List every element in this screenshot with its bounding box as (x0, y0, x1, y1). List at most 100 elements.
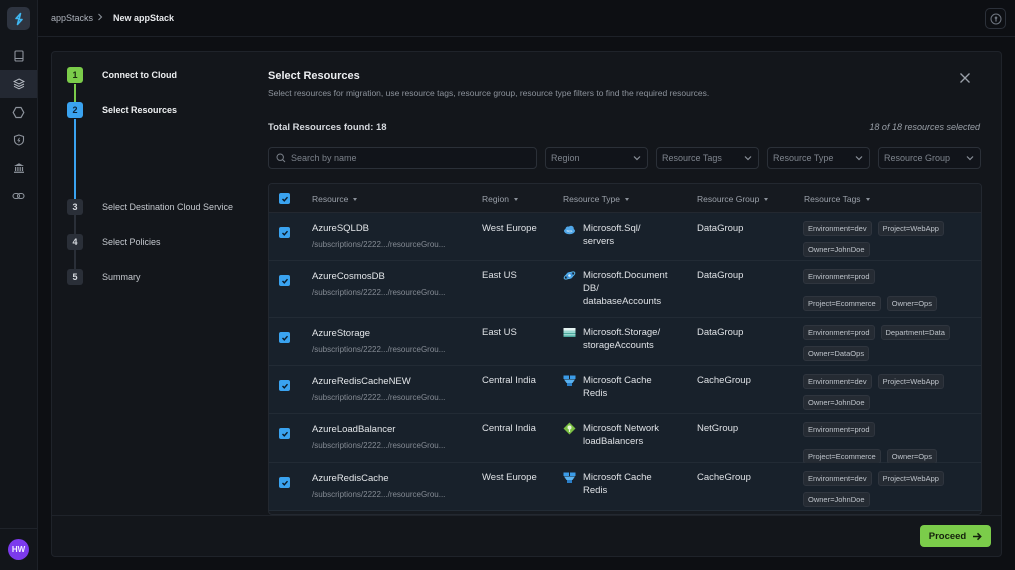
app-root: HW appStacks New appStack 1 Connect to C… (0, 0, 1015, 570)
close-button[interactable] (958, 71, 972, 85)
filter-label: Resource Tags (662, 153, 722, 163)
step-select-resources[interactable]: 2 Select Resources (67, 102, 177, 118)
resource-group-cell: NetGroup (697, 423, 739, 434)
filter-resource-group[interactable]: Resource Group (878, 147, 981, 169)
row-checkbox[interactable] (279, 428, 290, 439)
chevron-down-icon (966, 156, 974, 161)
resource-type-line: Microsoft.Document (583, 270, 668, 281)
step-label: Select Policies (102, 237, 161, 247)
resource-name: AzureRedisCache (312, 473, 389, 484)
help-button[interactable] (985, 8, 1006, 29)
table-row[interactable]: AzureStorage /subscriptions/2222.../reso… (269, 318, 981, 366)
breadcrumb-appstacks[interactable]: appStacks (51, 13, 93, 23)
column-label: Region (482, 194, 509, 204)
table-row[interactable]: AzureCosmosDB /subscriptions/2222.../res… (269, 261, 981, 318)
tag-badge: Project=WebApp (877, 374, 944, 389)
sort-caret-icon (625, 197, 630, 201)
check-icon (281, 383, 288, 389)
help-icon (990, 13, 1001, 24)
resource-type-line: loadBalancers (583, 436, 644, 447)
row-checkbox[interactable] (279, 380, 290, 391)
region-cell: Central India (482, 423, 536, 434)
resource-cell: AzureRedisCache /subscriptions/2222.../r… (312, 472, 445, 501)
row-checkbox[interactable] (279, 477, 290, 488)
resource-group-cell: CacheGroup (697, 375, 751, 386)
nav-item-hexagon[interactable] (0, 98, 37, 126)
resource-path: /subscriptions/2222.../resourceGrou... (312, 441, 446, 450)
step-select-policies[interactable]: 4 Select Policies (67, 234, 161, 250)
filter-resource-type[interactable]: Resource Type (767, 147, 870, 169)
proceed-button[interactable]: Proceed (920, 525, 991, 547)
resource-group-cell: DataGroup (697, 270, 744, 281)
nav-item-devices[interactable] (0, 42, 37, 70)
search-box[interactable] (268, 147, 537, 169)
table-row[interactable]: AzureSQLDB /subscriptions/2222.../resour… (269, 213, 981, 261)
table-row[interactable]: AzureRedisCache /subscriptions/2222.../r… (269, 463, 981, 511)
row-checkbox[interactable] (279, 332, 290, 343)
step-summary[interactable]: 5 Summary (67, 269, 141, 285)
region-cell: East US (482, 270, 517, 281)
search-input[interactable] (291, 153, 521, 163)
nav-item-appstacks[interactable] (0, 70, 37, 98)
step-number: 2 (67, 102, 83, 118)
column-header-resource-group[interactable]: Resource Group (697, 194, 769, 204)
row-checkbox[interactable] (279, 227, 290, 238)
sort-caret-icon (764, 197, 769, 201)
arrow-right-icon (973, 532, 983, 540)
select-all-checkbox[interactable] (279, 193, 290, 204)
step-number: 3 (67, 199, 83, 215)
tag-badge: Project=WebApp (877, 471, 944, 486)
nav-item-bank[interactable] (0, 154, 37, 182)
column-header-resource-type[interactable]: Resource Type (563, 194, 630, 204)
resource-group-cell: DataGroup (697, 223, 744, 234)
table-header: Resource Region Resource Type Resource G… (269, 184, 981, 213)
tags-cell: Environment=prod Project=Ecommerce Owner… (803, 422, 978, 464)
resource-name: AzureLoadBalancer (312, 424, 396, 435)
region-cell: West Europe (482, 472, 537, 483)
tablet-icon (13, 50, 24, 62)
filter-resource-tags[interactable]: Resource Tags (656, 147, 759, 169)
wizard-card: 1 Connect to Cloud 2 Select Resources 3 … (51, 51, 1002, 557)
resource-type-line: Redis (583, 485, 608, 496)
tags-cell: Environment=dev Project=WebApp Owner=Joh… (803, 221, 978, 257)
link-icon (12, 192, 25, 200)
region-cell: Central India (482, 375, 536, 386)
user-avatar[interactable]: HW (8, 539, 29, 560)
app-logo[interactable] (7, 7, 30, 30)
sort-caret-icon (353, 197, 358, 201)
resource-name: AzureStorage (312, 328, 371, 339)
table-row[interactable]: AzureLoadBalancer /subscriptions/2222...… (269, 414, 981, 464)
nav-item-security[interactable] (0, 126, 37, 154)
column-header-resource-tags[interactable]: Resource Tags (804, 194, 870, 204)
tag-badge: Environment=prod (803, 269, 875, 284)
close-icon (960, 73, 970, 83)
chevron-down-icon (633, 156, 641, 161)
resource-type-line: Redis (583, 388, 608, 399)
resource-cell: AzureCosmosDB /subscriptions/2222.../res… (312, 270, 445, 299)
chevron-down-icon (855, 156, 863, 161)
sort-caret-icon (513, 197, 518, 201)
step-connector-current (74, 119, 76, 201)
table-row[interactable]: AzureRedisCacheNEW /subscriptions/2222..… (269, 366, 981, 414)
column-header-region[interactable]: Region (482, 194, 518, 204)
step-select-destination[interactable]: 3 Select Destination Cloud Service (67, 199, 233, 215)
row-checkbox[interactable] (279, 275, 290, 286)
resource-path: /subscriptions/2222.../resourceGrou... (312, 240, 446, 249)
tag-badge: Owner=JohnDoe (803, 492, 870, 507)
column-header-resource[interactable]: Resource (312, 194, 358, 204)
tags-cell: Environment=dev Project=WebApp Owner=Joh… (803, 471, 978, 507)
resource-type-cell: Microsoft Cache Redis (583, 471, 652, 497)
tag-badge: Owner=JohnDoe (803, 242, 870, 257)
filter-region[interactable]: Region (545, 147, 648, 169)
resource-path: /subscriptions/2222.../resourceGrou... (312, 345, 446, 354)
resource-name: AzureRedisCacheNEW (312, 376, 411, 387)
resource-group-cell: CacheGroup (697, 472, 751, 483)
step-number: 1 (67, 67, 83, 83)
resource-type-cell: Microsoft Cache Redis (583, 374, 652, 400)
step-connect-to-cloud[interactable]: 1 Connect to Cloud (67, 67, 177, 83)
tag-badge: Owner=JohnDoe (803, 395, 870, 410)
nav-item-links[interactable] (0, 182, 37, 210)
resource-type-cell: Microsoft.Document DB/ databaseAccounts (583, 269, 667, 308)
tag-badge: Department=Data (880, 325, 950, 340)
step-label: Select Destination Cloud Service (102, 202, 234, 212)
